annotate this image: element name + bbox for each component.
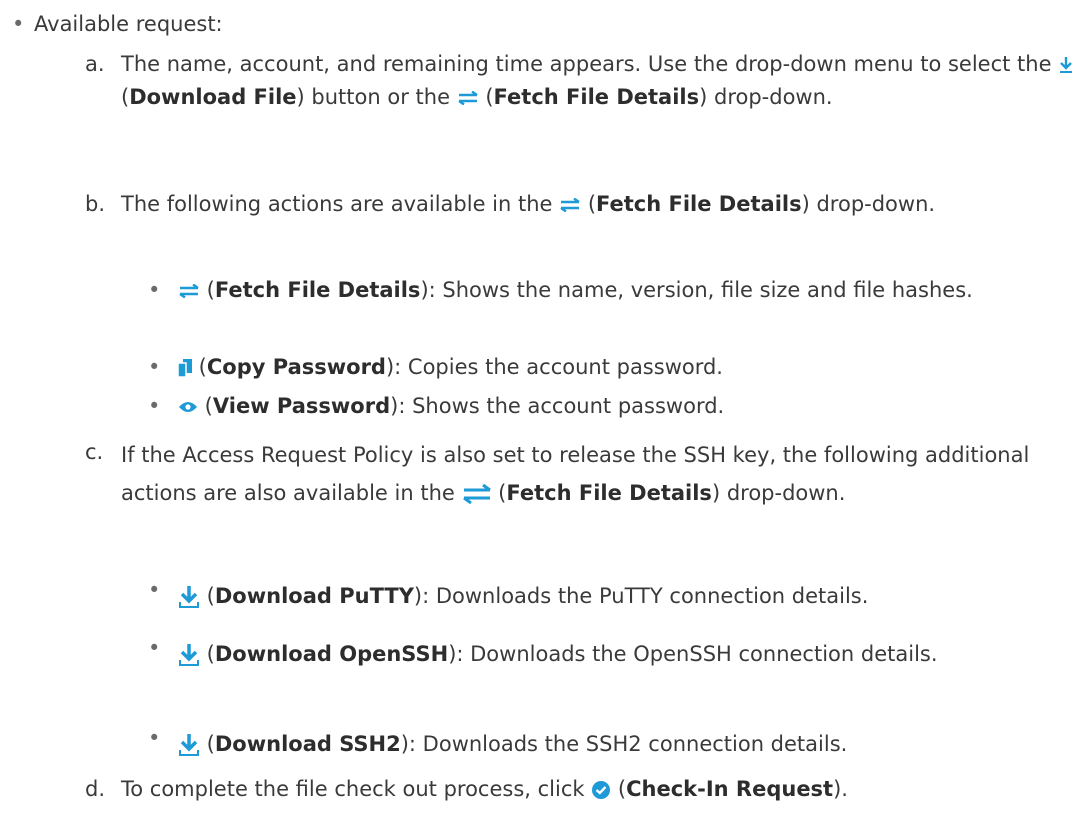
fetch-file-details-label: Fetch File Details — [506, 481, 712, 505]
step-a-text: The name, account, and remaining time ap… — [121, 48, 1075, 114]
sub-copy-password: • (Copy Password): Copies the account pa… — [148, 351, 1078, 384]
step-d-label: d. — [85, 777, 106, 801]
download-icon — [178, 643, 200, 667]
bullet-dot: • — [148, 636, 161, 660]
step-a: a. The name, account, and remaining time… — [85, 48, 1075, 114]
download-icon — [178, 733, 200, 757]
bullet-available-request: • Available request: — [12, 8, 223, 41]
fetch-arrows-icon — [457, 91, 479, 105]
step-d-text: To complete the file check out process, … — [121, 777, 848, 801]
bullet-dot: • — [148, 278, 161, 302]
step-c: c. If the Access Request Policy is also … — [85, 436, 1075, 512]
fetch-file-details-label: Fetch File Details — [493, 85, 700, 109]
bullet-dot: • — [148, 355, 161, 379]
sub-download-putty: • (Download PuTTY): Downloads the PuTTY … — [148, 578, 1078, 613]
eye-icon — [178, 401, 198, 413]
fetch-arrows-icon — [462, 484, 492, 504]
step-d: d. To complete the file check out proces… — [85, 773, 1075, 806]
download-icon — [1058, 56, 1074, 74]
bullet-dot: • — [148, 726, 161, 750]
bullet-dot: • — [12, 12, 25, 36]
sub-download-ssh2: • (Download SSH2): Downloads the SSH2 co… — [148, 726, 1078, 761]
copy-icon — [178, 359, 192, 377]
bullet-dot: • — [148, 394, 161, 418]
sub-fetch-file-details: • (Fetch File Details): Shows the name, … — [148, 274, 1078, 307]
sub-download-openssh: • (Download OpenSSH): Downloads the Open… — [148, 636, 1078, 671]
document: • Available request: a. The name, account… — [0, 0, 1087, 823]
step-b: b. The following actions are available i… — [85, 188, 1075, 221]
step-b-label: b. — [85, 192, 106, 216]
fetch-arrows-icon — [559, 198, 581, 212]
check-circle-icon — [591, 780, 611, 800]
heading-text: Available request: — [34, 12, 223, 36]
fetch-arrows-icon — [178, 284, 200, 298]
step-b-text: The following actions are available in t… — [121, 192, 936, 216]
check-in-request-label: Check-In Request — [626, 777, 834, 801]
download-file-label: Download File — [129, 85, 297, 109]
step-a-label: a. — [85, 52, 105, 76]
sub-view-password: • (View Password): Shows the account pas… — [148, 390, 1078, 423]
step-c-text: If the Access Request Policy is also set… — [121, 443, 1030, 505]
download-icon — [178, 585, 200, 609]
bullet-dot: • — [148, 578, 161, 602]
fetch-file-details-label: Fetch File Details — [596, 192, 802, 216]
step-c-label: c. — [85, 440, 104, 464]
